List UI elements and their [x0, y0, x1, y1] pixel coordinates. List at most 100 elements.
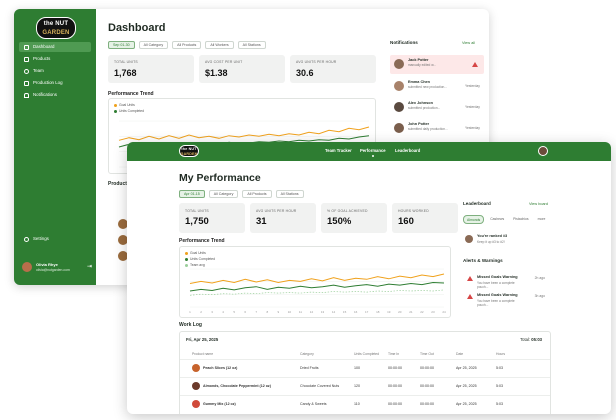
notification-item[interactable]: Jack Potter manually edited w... — [390, 55, 484, 74]
warning-icon — [467, 276, 473, 281]
nav-team-tracker[interactable]: Team Tracker — [325, 148, 352, 153]
x-tick-label: 2 — [200, 310, 202, 314]
x-tick-label: 7 — [255, 310, 257, 314]
series-line-1 — [189, 281, 445, 292]
users-icon — [24, 68, 29, 74]
view-board-link[interactable]: View board — [529, 202, 548, 206]
gear-icon — [24, 236, 29, 242]
trend-chart-card: Goal Units Units Completed Team avg 1234… — [179, 246, 451, 318]
x-tick-label: 11 — [299, 310, 302, 314]
col-category: Category — [300, 352, 314, 356]
kpi-total-units: TOTAL UNITS 1,750 — [179, 203, 245, 233]
x-tick-label: 9 — [278, 310, 280, 314]
col-hours: Hours — [496, 352, 506, 356]
box-icon — [24, 56, 29, 62]
x-tick-label: 3 — [211, 310, 213, 314]
brand-logo[interactable]: the NUT GARDEN — [36, 17, 76, 39]
stations-filter[interactable]: All Stations — [237, 41, 266, 49]
category-filter[interactable]: All Category — [138, 41, 169, 49]
col-date: Date — [456, 352, 464, 356]
leaderboard-title: Leaderboard — [463, 201, 491, 206]
notification-item[interactable]: Alex Johnson submitted production... Yes… — [390, 98, 484, 117]
x-tick-label: 4 — [222, 310, 224, 314]
leaderboard-tabs: Almonds Cashews Pistachios more — [463, 215, 548, 224]
products-title: Product — [108, 181, 127, 187]
notifications-title: Notifications — [390, 40, 418, 45]
col-units: Units Completed — [354, 352, 380, 356]
avatar — [465, 235, 473, 243]
tab-cashews[interactable]: Cashews — [487, 215, 507, 224]
notification-item[interactable]: John Potter submitted daily production..… — [390, 119, 484, 138]
products-filter[interactable]: All Products — [172, 41, 202, 49]
products-filter[interactable]: All Products — [242, 190, 272, 198]
list-icon — [24, 80, 29, 86]
avatar — [394, 81, 404, 91]
x-tick-label: 22 — [420, 310, 424, 314]
kpi-hours-worked: HOURS WORKED 160 — [392, 203, 458, 233]
category-filter[interactable]: All Category — [208, 190, 239, 198]
date-filter[interactable]: Apr 01-15 — [179, 190, 205, 198]
view-all-link[interactable]: View all — [462, 41, 475, 45]
series-line-0 — [189, 273, 445, 284]
table-row[interactable]: Peach Slices (12 oz) Dried Fruits 100 00… — [180, 359, 550, 377]
date-filter[interactable]: Sep 01-30 — [108, 41, 135, 49]
sidebar-item-dashboard[interactable]: Dashboard — [19, 42, 91, 52]
table-row[interactable]: Gummy Mix (12 oz) Candy & Sweets 110 00:… — [180, 395, 550, 413]
warning-icon — [472, 62, 478, 67]
worklog-table: Fri, Apr 25, 2025 Total: 05:03 Product n… — [179, 331, 551, 414]
composite-screenshot: the NUT GARDEN Dashboard Products Team P… — [0, 0, 616, 420]
sidebar-item-notifications[interactable]: Notifications — [19, 90, 91, 100]
x-tick-label: 8 — [266, 310, 268, 314]
brand-logo[interactable]: the NUT GARDEN — [179, 145, 199, 157]
kpi-total-units: TOTAL UNITS 1,768 — [108, 55, 194, 83]
page-title: Dashboard — [108, 22, 166, 34]
x-tick-label: 24 — [442, 310, 446, 314]
tab-more[interactable]: more — [535, 215, 549, 224]
x-tick-label: 15 — [343, 310, 347, 314]
avatar — [22, 262, 32, 272]
avatar — [394, 123, 404, 133]
stations-filter[interactable]: All Stations — [275, 190, 304, 198]
x-tick-label: 10 — [288, 310, 292, 314]
workers-filter[interactable]: All Workers — [205, 41, 234, 49]
tab-almonds[interactable]: Almonds — [463, 215, 485, 224]
kpi-avg-units-hour: AVG UNITS PER HOUR 31 — [250, 203, 316, 233]
sidebar-item-production-log[interactable]: Production Log — [19, 78, 91, 88]
series-line-0 — [118, 126, 370, 141]
col-time-out: Time Out — [420, 352, 434, 356]
grid-icon — [24, 44, 29, 50]
bell-icon — [24, 92, 29, 98]
avatar — [394, 102, 404, 112]
nav-performance[interactable]: Performance — [360, 148, 386, 157]
leaderboard-rank[interactable]: You're ranked #3 Keep it up #3 to #2! — [463, 231, 549, 251]
product-thumb — [192, 364, 200, 372]
x-tick-label: 18 — [376, 310, 380, 314]
trend-chart: 1 2 3 4 5 6 7 8 9 10 11 12 13 14 15 16 17 18 19 20 21 22 23 24 — [189, 268, 446, 314]
logout-icon[interactable]: ⇥ — [87, 263, 92, 270]
user-profile[interactable]: Olivia Rhye olivia@nutgarden.com ⇥ — [22, 261, 92, 275]
avatar[interactable] — [538, 146, 548, 156]
trend-title: Performance Trend — [108, 91, 154, 97]
nav-leaderboard[interactable]: Leaderboard — [395, 148, 420, 153]
sidebar-item-team[interactable]: Team — [19, 66, 91, 76]
sidebar-item-settings[interactable]: Settings — [19, 234, 91, 244]
kpi-avg-cost: AVG COST PER UNIT $1.38 — [199, 55, 285, 83]
x-tick-label: 6 — [244, 310, 246, 314]
warning-icon — [467, 294, 473, 299]
table-row[interactable]: Almonds, Chocolate Peppermint (12 oz) Ch… — [180, 377, 550, 395]
x-tick-label: 21 — [409, 310, 413, 314]
avatar — [394, 59, 404, 69]
col-product: Product name — [192, 352, 214, 356]
kpi-avg-units-hour: AVG UNITS PER HOUR 30.6 — [290, 55, 376, 83]
product-thumb — [192, 400, 200, 408]
tab-pistachios[interactable]: Pistachios — [510, 215, 531, 224]
kpi-row: TOTAL UNITS 1,750 AVG UNITS PER HOUR 31 … — [179, 203, 458, 233]
col-time-in: Time In — [388, 352, 400, 356]
worklog-total: Total: 05:03 — [520, 337, 542, 342]
worklog-date: Fri, Apr 25, 2025 — [186, 337, 219, 342]
notification-item[interactable]: Emma Chen submitted new production... Ye… — [390, 77, 484, 96]
x-tick-label: 17 — [365, 310, 369, 314]
kpi-goal-achieved: % OF GOAL ACHIEVED 150% — [321, 203, 387, 233]
sidebar-item-products[interactable]: Products — [19, 54, 91, 64]
alert-item[interactable]: Missed Goals Warning You have been a com… — [465, 290, 545, 312]
